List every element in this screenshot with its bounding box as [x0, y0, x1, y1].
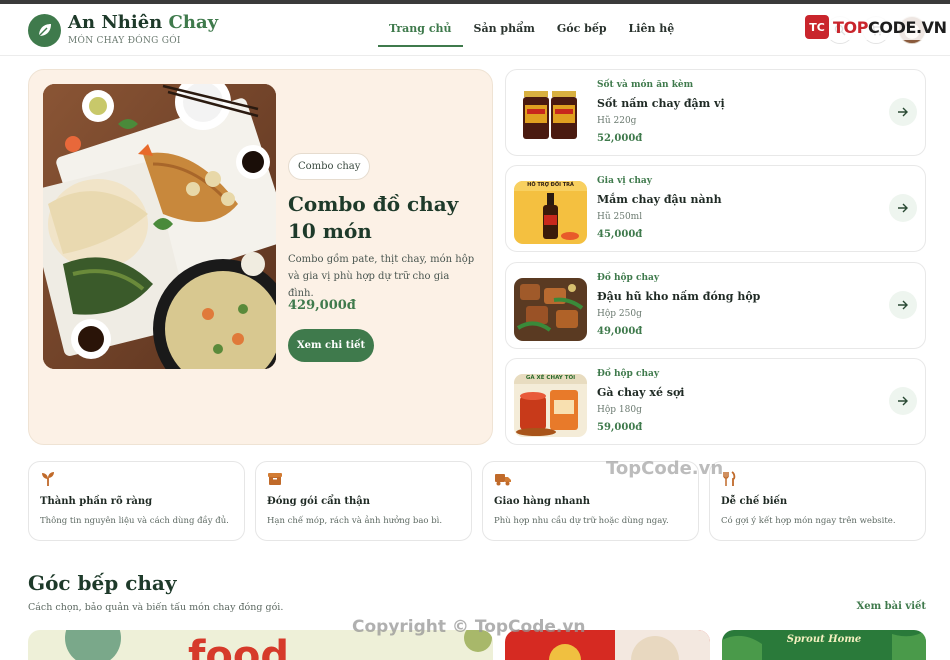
feature-description: Phù hợp nhu cầu dự trữ hoặc dùng ngay. [494, 516, 669, 526]
brand-name[interactable]: An Nhiên Chay [68, 12, 218, 33]
product-thumbnail [514, 278, 587, 341]
product-category: Đồ hộp chay [597, 273, 660, 283]
blog-card[interactable]: Sprout Home [722, 630, 926, 660]
nav-item-contact[interactable]: Liên hệ [618, 22, 686, 48]
hero-description: Combo gồm pate, thịt chay, món hộp và gi… [288, 254, 475, 299]
feature-title: Đóng gói cẩn thận [267, 496, 371, 507]
box-icon [267, 471, 283, 487]
watermark-logo: TC TOPCODE.VN [802, 14, 950, 40]
product-price: 59,000đ [597, 422, 643, 433]
feature-description: Thông tin nguyên liệu và cách dùng đầy đ… [40, 516, 229, 526]
watermark-logo-text: TOPCODE.VN [833, 17, 947, 37]
view-articles-link[interactable]: Xem bài viết [856, 601, 926, 612]
nav-item-products[interactable]: Sản phẩm [463, 22, 546, 48]
product-card[interactable]: GÀ XÉ CHAY TỎI Đồ hộp chay Gà chay xé sợ… [505, 358, 926, 445]
brand-name-main: An Nhiên [68, 12, 163, 33]
product-size: Hộp 250g [597, 309, 642, 319]
feature-description: Hạn chế móp, rách và ảnh hưởng bao bì. [267, 516, 443, 526]
arrow-right-icon[interactable] [889, 291, 917, 319]
product-size: Hũ 220g [597, 116, 637, 126]
nav-item-home[interactable]: Trang chủ [378, 22, 463, 48]
product-name[interactable]: Sốt nấm chay đậm vị [597, 97, 725, 110]
product-card[interactable]: HỖ TRỢ ĐỔI TRẢ Gia vị chay Mắm chay đậu … [505, 165, 926, 252]
hero-food-image[interactable] [43, 84, 276, 369]
watermark-copyright: Copyright © TopCode.vn [352, 617, 586, 637]
section-title: Góc bếp chay [28, 571, 177, 595]
site-header: An Nhiên Chay MÓN CHAY ĐÓNG GÓI Trang ch… [0, 4, 950, 56]
feature-title: Thành phần rõ ràng [40, 496, 153, 507]
feature-description: Có gợi ý kết hợp món ngay trên website. [721, 516, 896, 526]
blog-card-label: Sprout Home [786, 634, 862, 645]
feature-title: Giao hàng nhanh [494, 496, 591, 507]
hero-price: 429,000đ [288, 298, 356, 313]
truck-icon [494, 471, 511, 487]
product-thumb-label: HỖ TRỢ ĐỔI TRẢ [527, 182, 574, 188]
hero-title: Combo đồ chay 10 món [288, 192, 459, 243]
sprout-icon [40, 471, 56, 487]
watermark-logo-badge: TC [805, 15, 829, 39]
view-detail-button[interactable]: Xem chi tiết [288, 329, 374, 362]
product-card[interactable]: Sốt và món ăn kèm Sốt nấm chay đậm vị Hũ… [505, 69, 926, 156]
blog-card-label: food [188, 633, 289, 660]
nav-item-kitchen[interactable]: Góc bếp [546, 22, 618, 48]
product-price: 52,000đ [597, 133, 643, 144]
utensils-icon [721, 471, 737, 487]
arrow-right-icon[interactable] [889, 194, 917, 222]
product-card[interactable]: Đồ hộp chay Đậu hũ kho nấm đóng hộp Hộp … [505, 262, 926, 349]
product-category: Đồ hộp chay [597, 369, 660, 379]
brand-tagline: MÓN CHAY ĐÓNG GÓI [68, 36, 181, 46]
feature-title: Dễ chế biến [721, 496, 788, 507]
product-thumb-label: GÀ XÉ CHAY TỎI [525, 375, 576, 381]
watermark-center-text: TopCode.vn [606, 458, 724, 479]
feature-card: Dễ chế biến Có gợi ý kết hợp món ngay tr… [709, 461, 926, 541]
product-thumbnail [514, 85, 587, 148]
arrow-right-icon[interactable] [889, 98, 917, 126]
product-size: Hũ 250ml [597, 212, 643, 222]
product-price: 45,000đ [597, 229, 643, 240]
main-nav: Trang chủ Sản phẩm Góc bếp Liên hệ [378, 22, 685, 48]
feature-card: Thành phần rõ ràng Thông tin nguyên liệu… [28, 461, 245, 541]
hero-banner: Combo chay Combo đồ chay 10 món Combo gồ… [28, 69, 493, 445]
product-category: Sốt và món ăn kèm [597, 80, 694, 90]
product-name[interactable]: Mắm chay đậu nành [597, 193, 722, 206]
arrow-right-icon[interactable] [889, 387, 917, 415]
product-size: Hộp 180g [597, 405, 642, 415]
section-subtitle: Cách chọn, bảo quản và biến tấu món chay… [28, 602, 284, 613]
product-name[interactable]: Gà chay xé sợi [597, 386, 685, 399]
product-thumbnail: HỖ TRỢ ĐỔI TRẢ [514, 181, 587, 244]
product-name[interactable]: Đậu hũ kho nấm đóng hộp [597, 290, 760, 303]
feature-card: Đóng gói cẩn thận Hạn chế móp, rách và ả… [255, 461, 472, 541]
product-category: Gia vị chay [597, 176, 652, 186]
brand-name-accent: Chay [168, 12, 219, 33]
hero-category-tag[interactable]: Combo chay [288, 153, 371, 180]
product-price: 49,000đ [597, 326, 643, 337]
product-thumbnail: GÀ XÉ CHAY TỎI [514, 374, 587, 437]
leaf-logo-icon[interactable] [28, 14, 61, 47]
